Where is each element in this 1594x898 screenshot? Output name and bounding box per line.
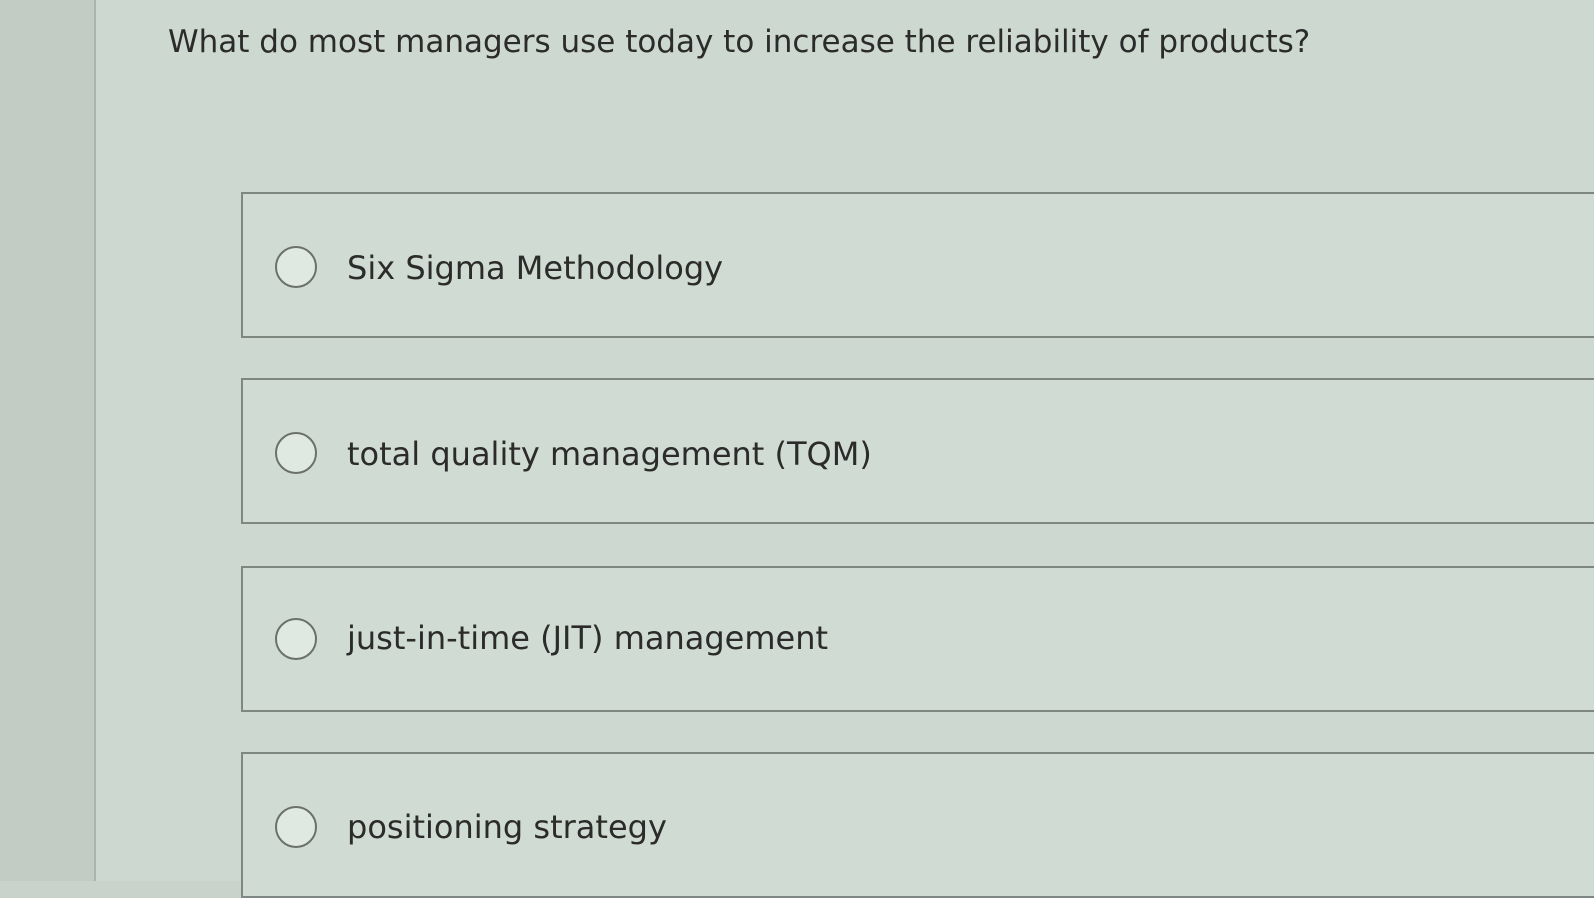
radio-button[interactable] bbox=[275, 246, 317, 288]
option-label: positioning strategy bbox=[347, 808, 667, 846]
option-jit[interactable]: just-in-time (JIT) management bbox=[241, 566, 1594, 712]
radio-button[interactable] bbox=[275, 806, 317, 848]
question-text: What do most managers use today to incre… bbox=[168, 24, 1311, 60]
option-label: total quality management (TQM) bbox=[347, 435, 872, 473]
option-label: Six Sigma Methodology bbox=[347, 249, 724, 287]
radio-button[interactable] bbox=[275, 432, 317, 474]
left-margin bbox=[0, 0, 96, 881]
option-six-sigma[interactable]: Six Sigma Methodology bbox=[241, 192, 1594, 338]
radio-button[interactable] bbox=[275, 618, 317, 660]
option-tqm[interactable]: total quality management (TQM) bbox=[241, 378, 1594, 524]
option-positioning[interactable]: positioning strategy bbox=[241, 752, 1594, 898]
option-label: just-in-time (JIT) management bbox=[347, 619, 829, 657]
